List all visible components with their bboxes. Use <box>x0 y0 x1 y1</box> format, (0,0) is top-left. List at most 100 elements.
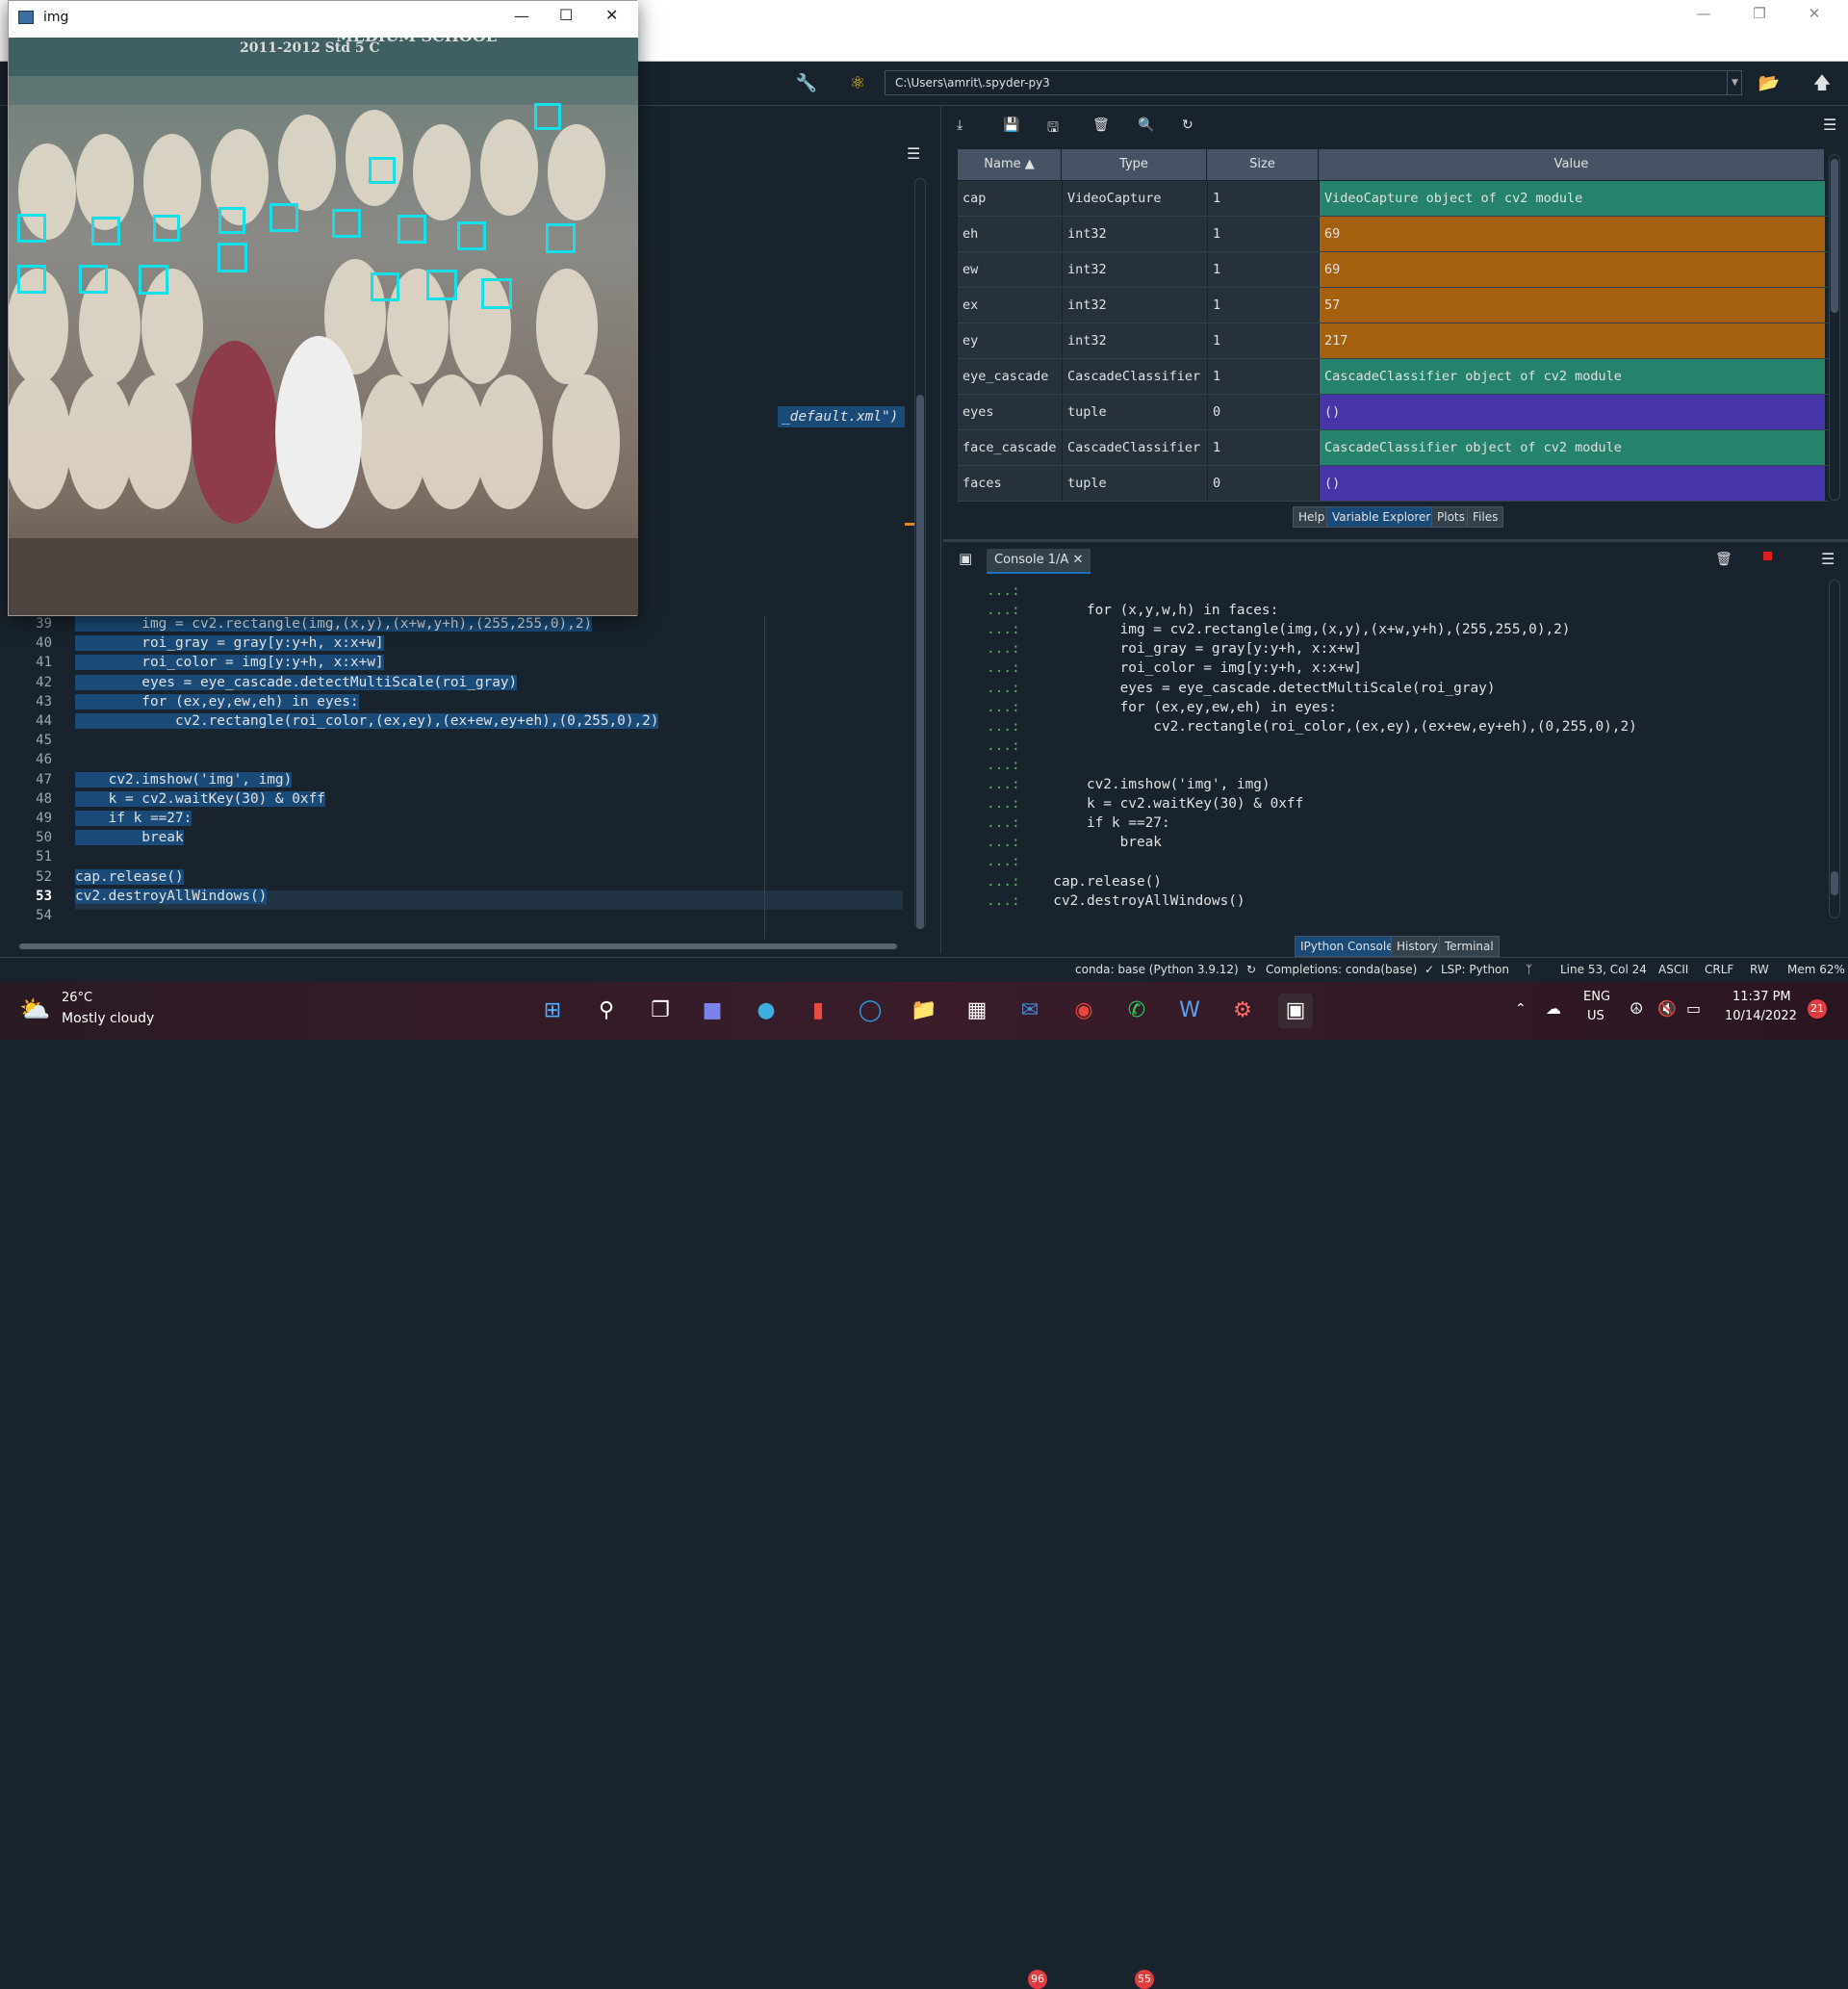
column-header-value[interactable]: Value <box>1319 149 1825 180</box>
editor-options-icon[interactable]: ☰ <box>907 144 920 163</box>
column-header-type[interactable]: Type <box>1062 149 1207 180</box>
clock-time[interactable]: 11:37 PM <box>1732 990 1791 1004</box>
start-icon[interactable]: ⊞ <box>535 994 570 1028</box>
photo-canvas[interactable]: 2011-2012 Std 5 C MEDIUM SCHOOL <box>9 38 638 615</box>
variable-row[interactable]: ew int32 1 69 <box>958 252 1829 288</box>
tab-files[interactable]: Files <box>1467 506 1504 528</box>
region-label[interactable]: US <box>1587 1009 1604 1023</box>
working-directory-input[interactable]: C:\Users\amrit\.spyder-py3 <box>885 70 1742 95</box>
refresh-icon[interactable]: ↻ <box>1182 117 1194 133</box>
variable-row[interactable]: faces tuple 0() <box>958 466 1829 502</box>
mail-icon[interactable]: ✉ <box>1013 994 1047 1028</box>
notification-badge[interactable]: 21 <box>1808 999 1827 1019</box>
delete-icon[interactable]: 🗑 <box>1092 117 1110 133</box>
store-icon[interactable]: ▦ <box>960 994 994 1028</box>
tab-terminal[interactable]: Terminal <box>1439 936 1500 957</box>
save-icon[interactable]: 💾 <box>1003 117 1019 133</box>
search-icon[interactable]: ⚲ <box>589 994 624 1028</box>
status-lsp[interactable]: LSP: Python <box>1441 963 1509 976</box>
close-icon[interactable]: ✕ <box>605 6 618 24</box>
variable-row[interactable]: face_cascade CascadeClassifier 1 CascadeCla… <box>958 430 1829 466</box>
console-clear-icon[interactable]: 🗑 <box>1715 552 1732 567</box>
whatsapp-icon[interactable]: ✆ <box>1119 994 1154 1028</box>
code-line[interactable]: roi_color = img[y:y+h, x:x+w] <box>75 655 384 671</box>
chevron-down-icon[interactable]: ▼ <box>1727 70 1742 95</box>
spyder-icon[interactable]: ⚙ <box>1225 994 1260 1028</box>
minimize-icon[interactable]: — <box>1681 0 1726 29</box>
variable-row[interactable]: ey int32 1 217 <box>958 323 1829 359</box>
maximize-icon[interactable]: ☐ <box>559 6 573 24</box>
console-scrollbar[interactable] <box>1829 580 1840 918</box>
stop-icon[interactable] <box>1763 552 1772 560</box>
weather-icon[interactable]: ⛅ <box>19 995 50 1024</box>
console-options-icon[interactable]: ☰ <box>1821 550 1835 568</box>
code-line[interactable]: img = cv2.rectangle(img,(x,y),(x+w,y+h),… <box>75 616 593 632</box>
file-explorer-icon[interactable]: 📁 <box>907 994 941 1028</box>
code-line[interactable]: cv2.destroyAllWindows() <box>75 888 268 904</box>
tab-ipython-console[interactable]: IPython Console <box>1295 936 1399 957</box>
python-path-icon[interactable]: ⚛ <box>844 70 871 97</box>
editor-scroll-thumb[interactable] <box>916 395 924 929</box>
close-icon[interactable]: ✕ <box>1792 0 1836 29</box>
code-line[interactable]: k = cv2.waitKey(30) & 0xff <box>75 790 325 807</box>
tab-variable-explorer[interactable]: Variable Explorer <box>1326 506 1437 528</box>
code-line[interactable]: break <box>75 830 184 846</box>
search-icon[interactable]: 🔍 <box>1138 117 1154 133</box>
folder-icon[interactable]: 📂 <box>1756 70 1783 97</box>
variable-scroll-thumb[interactable] <box>1831 159 1838 313</box>
status-completions[interactable]: Completions: conda(base) <box>1266 963 1417 976</box>
battery-icon[interactable]: ▭ <box>1686 999 1701 1018</box>
restore-icon[interactable]: ❐ <box>1737 0 1782 29</box>
wifi-icon[interactable]: ☮ <box>1630 999 1643 1018</box>
tab-help[interactable]: Help <box>1293 506 1331 528</box>
variable-row[interactable]: cap VideoCapture 1 VideoCapture object of c… <box>958 181 1829 217</box>
column-header-size[interactable]: Size <box>1207 149 1319 180</box>
code-line[interactable]: roi_gray = gray[y:y+h, x:x+w] <box>75 635 384 652</box>
variable-row[interactable]: ex int32 1 57 <box>958 288 1829 323</box>
editor-hscroll-thumb[interactable] <box>19 943 897 949</box>
code-line[interactable]: cv2.rectangle(roi_color,(ex,ey),(ex+ew,e… <box>75 713 659 729</box>
image-window[interactable]: img — ☐ ✕ 2011-2012 Std 5 C <box>8 0 638 616</box>
image-viewer-icon[interactable]: ▣ <box>1278 994 1313 1028</box>
variable-row[interactable]: eyes tuple 0() <box>958 395 1829 430</box>
wrench-icon[interactable]: 🔧 <box>793 70 820 97</box>
pane-options-icon[interactable]: ☰ <box>1823 116 1836 134</box>
console-browse-icon[interactable]: ▣ <box>959 550 972 567</box>
chevron-up-icon[interactable]: ⌃ <box>1515 1001 1527 1017</box>
code-line[interactable]: cv2.imshow('img', img) <box>75 771 293 788</box>
save-as-icon[interactable]: 🖫 <box>1047 117 1059 141</box>
tab-history[interactable]: History <box>1391 936 1444 957</box>
tab-plots[interactable]: Plots <box>1431 506 1471 528</box>
cortana-icon[interactable]: ◯ <box>853 994 887 1028</box>
variable-row[interactable]: eye_cascade CascadeClassifier 1 CascadeClas… <box>958 359 1829 395</box>
code-line[interactable]: if k ==27: <box>75 811 192 826</box>
console-tab[interactable]: Console 1/A ✕ <box>987 549 1091 574</box>
office-icon[interactable]: ▮ <box>801 994 835 1028</box>
edge-icon[interactable]: ● <box>749 994 783 1028</box>
console-scroll-thumb[interactable] <box>1831 871 1838 895</box>
clock-date[interactable]: 10/14/2022 <box>1725 1009 1797 1023</box>
minimize-icon[interactable]: — <box>514 7 529 25</box>
weather-temp[interactable]: 26°C <box>62 991 92 1005</box>
code-area[interactable]: img = cv2.rectangle(img,(x,y),(x+w,y+h),… <box>75 616 941 934</box>
column-header-name[interactable]: Name ▲ <box>958 149 1062 180</box>
network-off-icon[interactable]: ☁ <box>1546 999 1561 1018</box>
code-line[interactable]: for (ex,ey,ew,eh) in eyes: <box>75 693 359 710</box>
chat-icon[interactable]: ■ <box>695 994 730 1028</box>
status-env[interactable]: conda: base (Python 3.9.12) <box>1075 963 1239 976</box>
code-line[interactable]: eyes = eye_cascade.detectMultiScale(roi_… <box>75 674 518 690</box>
import-data-icon[interactable]: ⤓ <box>957 117 962 133</box>
image-window-titlebar[interactable]: img — ☐ ✕ <box>9 1 638 38</box>
code-line[interactable]: cap.release() <box>75 868 184 885</box>
mute-icon[interactable]: 🔇 <box>1657 999 1677 1018</box>
variable-table[interactable]: Name ▲ Type Size Value cap VideoCapture 1 V… <box>958 149 1829 502</box>
wps-icon[interactable]: W <box>1172 994 1207 1028</box>
chrome-icon[interactable]: ◉ <box>1066 994 1101 1028</box>
console-output[interactable]: ...:...: for (x,y,w,h) in faces:...: img… <box>987 583 1824 930</box>
up-arrow-icon[interactable]: 🡅 <box>1809 70 1835 97</box>
variable-row[interactable]: eh int32 1 69 <box>958 217 1829 252</box>
close-tab-icon[interactable]: ✕ <box>1072 553 1083 567</box>
language-label[interactable]: ENG <box>1583 990 1610 1004</box>
weather-desc[interactable]: Mostly cloudy <box>62 1011 154 1026</box>
task-view-icon[interactable]: ❐ <box>643 994 678 1028</box>
